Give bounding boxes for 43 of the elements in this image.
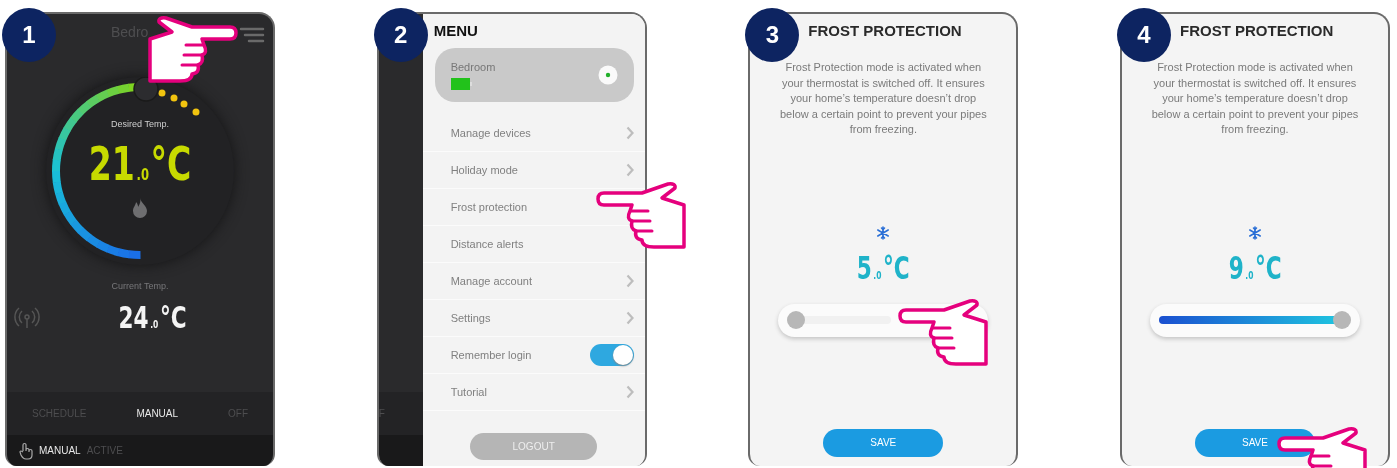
device-name: Bedroom (450, 60, 496, 73)
mode-tab[interactable]: MANUAL (136, 408, 179, 419)
touch-icon (19, 441, 33, 460)
desired-temp-label: Desired Temp. (111, 119, 169, 129)
step-badge: 3 (745, 8, 800, 62)
pointing-hand-icon (146, 14, 240, 84)
slider-track[interactable] (787, 311, 892, 329)
chevron-icon (625, 311, 634, 325)
step-badge: 4 (1116, 8, 1171, 62)
menu-item[interactable]: Settings (450, 312, 491, 324)
toggle-switch[interactable] (589, 344, 634, 366)
save-button[interactable]: SAVE (823, 428, 944, 457)
radio-icon[interactable] (597, 65, 618, 85)
step-badge: 1 (2, 8, 56, 62)
chevron-icon (625, 385, 634, 399)
snowflake-icon (1247, 225, 1262, 240)
battery-icon (450, 77, 473, 90)
snowflake-icon (876, 225, 891, 240)
chevron-icon (625, 274, 634, 288)
menu-item[interactable]: Manage devices (450, 127, 531, 139)
menu-item[interactable]: Distance alerts (450, 238, 524, 250)
slider-thumb[interactable] (1332, 311, 1351, 329)
menu-item[interactable]: Holiday mode (450, 164, 518, 176)
menu-item[interactable]: Manage account (450, 275, 532, 287)
description-text: Frost Protection mode is activated when your thermostat is switched off. It ensures your home’s temperature doesn’t drop below a certain point to prevent your pipes from freezing. (1150, 60, 1360, 137)
device-card[interactable]: Bedroom (434, 48, 634, 102)
slider-thumb[interactable] (787, 311, 806, 329)
chevron-icon (625, 126, 634, 140)
menu-item[interactable]: Frost protection (450, 201, 528, 213)
menu-icon[interactable] (239, 27, 265, 43)
signal-icon (14, 307, 40, 329)
chevron-icon (625, 163, 634, 177)
setting-label: Remember login (450, 349, 532, 361)
flame-icon (132, 197, 148, 219)
screen-title: FROST PROTECTION (1179, 22, 1334, 40)
menu-item[interactable]: Tutorial (450, 386, 487, 398)
current-temp-label: Current Temp. (110, 281, 170, 291)
menu-title: MENU (432, 21, 479, 40)
screen-title: FROST PROTECTION (808, 22, 962, 40)
status-mode: MANUAL (39, 445, 81, 456)
slider-track[interactable] (1158, 311, 1351, 329)
step-badge: 2 (373, 8, 428, 62)
description-text: Frost Protection mode is activated when your thermostat is switched off. It ensures your home’s temperature doesn’t drop below a certain point to prevent your pipes from freezing. (778, 60, 988, 137)
